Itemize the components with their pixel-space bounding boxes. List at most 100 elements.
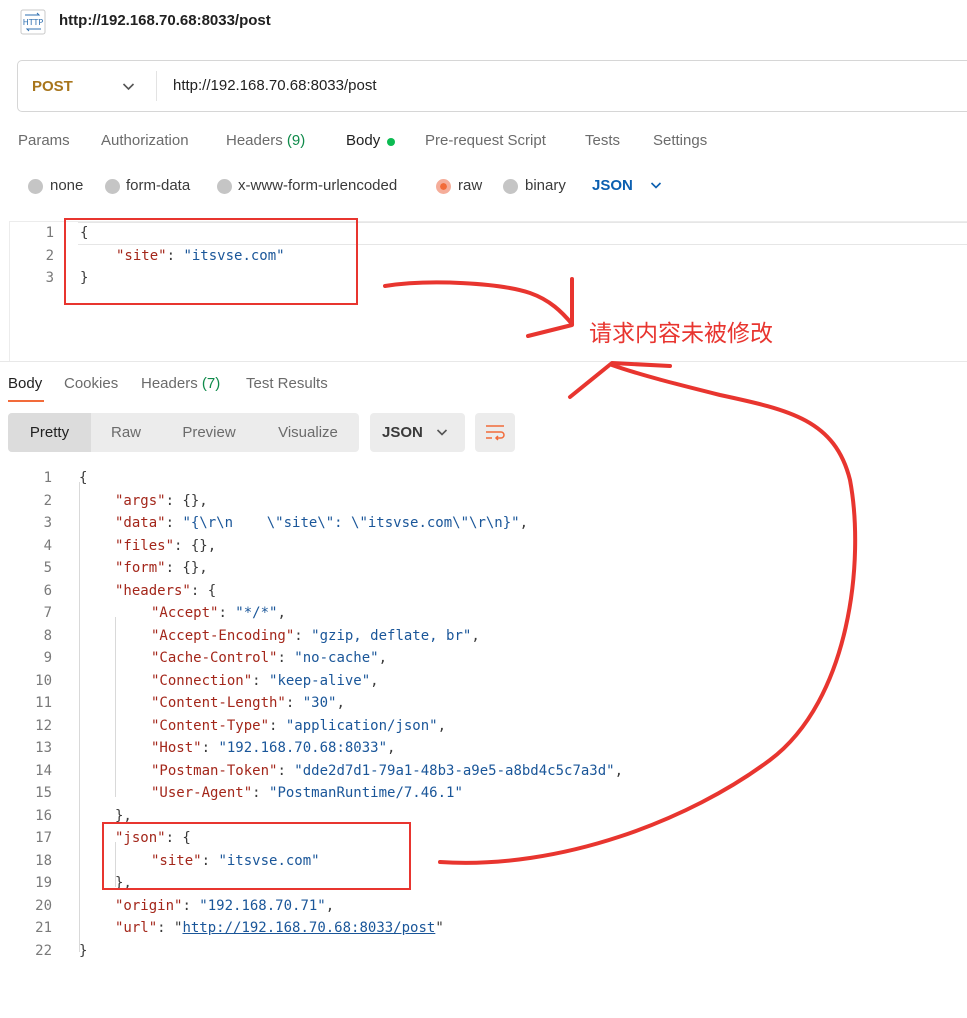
- json-key: "data": [115, 515, 166, 531]
- radio-raw-label[interactable]: raw: [458, 177, 482, 194]
- json-key: "url": [115, 920, 158, 936]
- line-number: 2: [43, 492, 52, 509]
- code-line: "files": {},: [115, 538, 216, 554]
- radio-form-data-label[interactable]: form-data: [126, 177, 190, 194]
- view-pretty-button[interactable]: Pretty: [8, 413, 91, 452]
- tab-pre-request-script[interactable]: Pre-request Script: [425, 132, 546, 149]
- line-number: 18: [35, 852, 52, 869]
- code-line: "Cache-Control": "no-cache",: [151, 650, 387, 666]
- code-line: "Host": "192.168.70.68:8033",: [151, 740, 395, 756]
- http-icon: HTTP: [20, 9, 46, 35]
- line-number: 22: [35, 942, 52, 959]
- json-punctuation: ,: [378, 650, 388, 666]
- json-punctuation: : ": [157, 920, 183, 936]
- line-number: 7: [43, 605, 52, 621]
- radio-raw[interactable]: [436, 179, 451, 194]
- view-mode-group: Pretty Raw Preview Visualize: [8, 413, 359, 452]
- radio-x-www-form-urlencoded-label[interactable]: x-www-form-urlencoded: [238, 177, 397, 194]
- line-number: 19: [35, 875, 52, 891]
- line-number: 3: [43, 515, 52, 531]
- json-value: "dde2d7d1-79a1-48b3-a9e5-a8bd4c5c7a3d": [294, 762, 615, 779]
- json-value: "gzip, deflate, br": [311, 627, 472, 644]
- json-key: "form": [115, 560, 166, 576]
- method-select[interactable]: POST: [32, 78, 73, 95]
- body-format-select[interactable]: JSON: [592, 177, 633, 194]
- json-url-link[interactable]: http://192.168.70.68:8033/post: [182, 920, 435, 936]
- json-value: "application/json": [285, 717, 438, 734]
- annotation-text: 请求内容未被修改: [589, 321, 773, 347]
- code-line: "url": "http://192.168.70.68:8033/post": [115, 920, 444, 936]
- response-headers-count: (7): [201, 375, 221, 392]
- view-visualize-button[interactable]: Visualize: [257, 413, 359, 452]
- json-value: "*/*": [235, 605, 278, 621]
- code-line: "Content-Length": "30",: [151, 695, 345, 711]
- view-preview-button[interactable]: Preview: [161, 413, 257, 452]
- view-raw-button[interactable]: Raw: [91, 413, 161, 452]
- chevron-down-icon[interactable]: [650, 181, 662, 190]
- json-value: "30": [302, 695, 337, 711]
- json-punctuation: ,: [387, 740, 396, 756]
- json-key: "Content-Length": [151, 695, 286, 711]
- json-punctuation: : {},: [165, 560, 208, 576]
- tab-settings[interactable]: Settings: [653, 132, 707, 149]
- json-value: "keep-alive": [269, 672, 371, 689]
- json-key: "origin": [115, 897, 183, 914]
- radio-binary[interactable]: [503, 179, 518, 194]
- tab-tests[interactable]: Tests: [585, 132, 620, 149]
- response-tab-cookies[interactable]: Cookies: [64, 375, 118, 392]
- line-number: 13: [35, 740, 52, 756]
- json-key: "Content-Type": [151, 717, 270, 734]
- json-punctuation: :: [252, 785, 270, 801]
- line-number: 2: [45, 248, 54, 264]
- line-number: 12: [35, 717, 52, 734]
- url-bar: POST http://192.168.70.68:8033/post: [17, 60, 967, 112]
- json-key: "Accept-Encoding": [151, 627, 295, 644]
- json-key: "Postman-Token": [151, 762, 278, 779]
- json-key: "Cache-Control": [151, 650, 278, 666]
- tab-body[interactable]: Body: [346, 132, 380, 149]
- line-number: 15: [35, 785, 52, 801]
- json-punctuation: ,: [437, 717, 447, 734]
- json-punctuation: ,: [277, 605, 286, 621]
- code-line: "origin": "192.168.70.71",: [115, 898, 334, 914]
- json-punctuation: :: [218, 605, 236, 621]
- chevron-down-icon: [436, 429, 448, 436]
- json-value: "192.168.70.68:8033": [218, 740, 388, 756]
- tab-headers[interactable]: Headers (9): [226, 132, 305, 149]
- indent-guide: [79, 482, 80, 952]
- radio-none-label[interactable]: none: [50, 177, 83, 194]
- radio-x-www-form-urlencoded[interactable]: [217, 179, 232, 194]
- json-punctuation: :: [252, 672, 270, 689]
- indent-guide: [115, 617, 116, 797]
- line-number: 9: [43, 650, 52, 666]
- json-punctuation: :: [201, 740, 219, 756]
- pane-divider[interactable]: [0, 361, 967, 362]
- response-format-select[interactable]: JSON: [370, 413, 465, 452]
- response-tab-test-results[interactable]: Test Results: [246, 375, 328, 392]
- line-number: 11: [35, 695, 52, 711]
- tab-authorization[interactable]: Authorization: [101, 132, 189, 149]
- json-punctuation: :: [285, 695, 303, 711]
- url-divider: [156, 71, 157, 101]
- json-punctuation: : {: [190, 582, 217, 599]
- radio-form-data[interactable]: [105, 179, 120, 194]
- code-line: }: [79, 943, 87, 959]
- wrap-lines-button[interactable]: [475, 413, 515, 452]
- json-punctuation: : {},: [165, 492, 208, 509]
- tab-params[interactable]: Params: [18, 132, 70, 149]
- code-line: "User-Agent": "PostmanRuntime/7.46.1": [151, 785, 463, 801]
- json-value: "{\r\n \"site\": \"itsvse.com\"\r\n}": [182, 515, 520, 531]
- code-line: "Content-Type": "application/json",: [151, 718, 446, 734]
- response-format-label: JSON: [382, 424, 423, 441]
- url-input[interactable]: http://192.168.70.68:8033/post: [173, 77, 377, 94]
- json-key: "headers": [115, 582, 191, 599]
- svg-text:HTTP: HTTP: [23, 18, 44, 27]
- radio-binary-label[interactable]: binary: [525, 177, 566, 194]
- response-tab-body[interactable]: Body: [8, 375, 42, 392]
- radio-none[interactable]: [28, 179, 43, 194]
- wrap-lines-icon: [486, 425, 505, 441]
- tab-headers-label: Headers: [226, 132, 283, 149]
- response-tab-headers[interactable]: Headers (7): [141, 375, 220, 392]
- chevron-down-icon[interactable]: [122, 82, 135, 91]
- json-punctuation: ,: [336, 695, 345, 711]
